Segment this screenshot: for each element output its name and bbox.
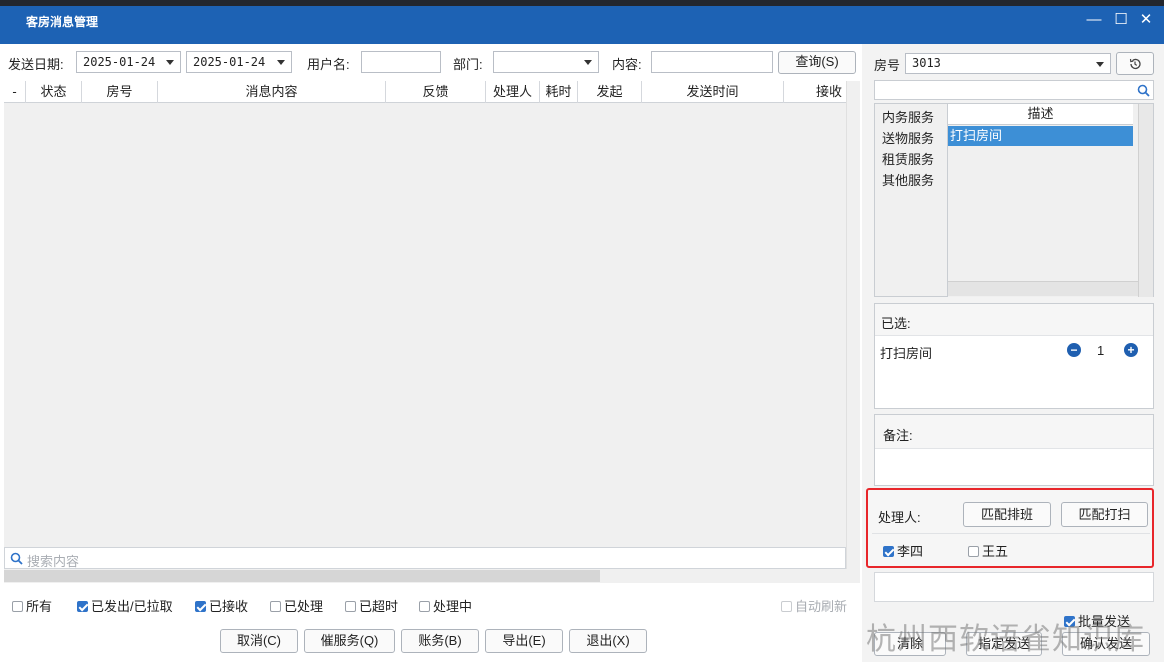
handler-list-area [874, 572, 1154, 602]
maximize-button[interactable]: ☐ [1111, 10, 1131, 30]
column-header[interactable]: - [4, 81, 26, 103]
description-list: 描述 打扫房间 [947, 104, 1139, 297]
filter-received-label: 已接收 [209, 599, 249, 614]
service-search-input[interactable] [874, 80, 1154, 100]
search-icon [10, 552, 23, 565]
checkbox-checked-icon [195, 601, 206, 612]
filter-sent[interactable]: 已发出/已拉取 [77, 596, 173, 615]
category-item[interactable]: 其他服务 [882, 170, 934, 189]
date-to-value: 2025-01-24 [193, 55, 266, 69]
chevron-down-icon [584, 60, 592, 65]
increase-quantity-button[interactable]: + [1124, 343, 1138, 357]
minimize-button[interactable]: — [1084, 10, 1104, 30]
grid-vertical-scrollbar[interactable] [846, 81, 860, 569]
column-header[interactable]: 发起 [578, 81, 642, 103]
column-header[interactable]: 耗时 [540, 81, 578, 103]
history-icon [1129, 58, 1141, 70]
checkbox-icon [12, 601, 23, 612]
description-header: 描述 [948, 104, 1133, 125]
column-header[interactable]: 房号 [82, 81, 158, 103]
watermark-text: 杭州西软语雀知识库 [866, 622, 1145, 657]
column-header[interactable]: 消息内容 [158, 81, 386, 103]
date-from-value: 2025-01-24 [83, 55, 156, 69]
auto-refresh-toggle[interactable]: 自动刷新 [781, 596, 847, 615]
selected-panel: 已选: 打扫房间 − 1 + [874, 303, 1154, 409]
filter-received[interactable]: 已接收 [195, 596, 248, 615]
description-horizontal-scrollbar[interactable] [948, 281, 1139, 296]
urge-service-button[interactable]: 催服务(Q) [304, 629, 395, 653]
category-item[interactable]: 内务服务 [882, 107, 934, 126]
username-label: 用户名: [307, 57, 350, 72]
category-item[interactable]: 租赁服务 [882, 149, 934, 168]
username-input[interactable] [361, 51, 441, 73]
filter-processed-label: 已处理 [284, 599, 324, 614]
filter-sent-label: 已发出/已拉取 [91, 599, 173, 614]
title-bar [0, 0, 1164, 44]
content-label: 内容: [612, 57, 642, 72]
message-grid-header: - 状态 房号 消息内容 反馈 处理人 耗时 发起 发送时间 接收 [4, 81, 846, 103]
checkbox-icon [345, 601, 356, 612]
filter-all[interactable]: 所有 [12, 596, 52, 615]
selected-item-quantity: 1 [1097, 343, 1105, 358]
date-to-picker[interactable]: 2025-01-24 [186, 51, 292, 73]
service-catalog: 内务服务 送物服务 租赁服务 其他服务 描述 打扫房间 [874, 103, 1154, 297]
selected-label: 已选: [881, 316, 911, 331]
filter-processed[interactable]: 已处理 [270, 596, 323, 615]
remark-panel: 备注: [874, 414, 1154, 486]
description-item-selected[interactable]: 打扫房间 [948, 126, 1133, 146]
department-label: 部门: [453, 57, 483, 72]
chevron-down-icon [166, 60, 174, 65]
remark-textarea[interactable] [877, 451, 1151, 483]
query-button[interactable]: 查询(S) [778, 51, 856, 74]
search-icon[interactable] [1137, 84, 1150, 97]
room-select[interactable]: 3013 [905, 53, 1111, 74]
highlight-box [866, 488, 1154, 568]
close-button[interactable]: ✕ [1136, 10, 1156, 30]
export-button[interactable]: 导出(E) [485, 629, 563, 653]
date-from-picker[interactable]: 2025-01-24 [76, 51, 181, 73]
exit-button[interactable]: 退出(X) [569, 629, 647, 653]
column-header[interactable]: 发送时间 [642, 81, 784, 103]
room-value: 3013 [912, 56, 941, 70]
message-grid-body[interactable] [4, 103, 846, 547]
window-title: 客房消息管理 [26, 15, 99, 29]
checkbox-checked-icon [77, 601, 88, 612]
column-header[interactable]: 接收 [784, 81, 846, 103]
filter-processing-label: 处理中 [433, 599, 473, 614]
chevron-down-icon [1096, 62, 1104, 67]
selected-item-name: 打扫房间 [880, 346, 933, 361]
column-header[interactable]: 反馈 [386, 81, 486, 103]
send-date-label: 发送日期: [8, 57, 64, 72]
remark-label: 备注: [883, 428, 913, 443]
auto-refresh-label: 自动刷新 [795, 599, 848, 614]
category-item[interactable]: 送物服务 [882, 128, 934, 147]
horizontal-scrollbar-thumb[interactable] [4, 570, 600, 582]
column-header[interactable]: 处理人 [486, 81, 540, 103]
filter-timeout[interactable]: 已超时 [345, 596, 398, 615]
chevron-down-icon [277, 60, 285, 65]
cancel-button[interactable]: 取消(C) [220, 629, 298, 653]
catalog-vertical-scrollbar[interactable] [1138, 104, 1153, 297]
filter-all-label: 所有 [26, 599, 53, 614]
decrease-quantity-button[interactable]: − [1067, 343, 1081, 357]
column-header[interactable]: 状态 [26, 81, 82, 103]
checkbox-icon [270, 601, 281, 612]
filter-timeout-label: 已超时 [359, 599, 399, 614]
filter-processing[interactable]: 处理中 [419, 596, 472, 615]
department-select[interactable] [493, 51, 599, 73]
checkbox-icon [781, 601, 792, 612]
grid-search-placeholder: 搜索内容 [27, 554, 80, 569]
checkbox-icon [419, 601, 430, 612]
content-input[interactable] [651, 51, 773, 73]
account-button[interactable]: 账务(B) [401, 629, 479, 653]
grid-search-box[interactable]: 搜索内容 [4, 547, 846, 569]
history-button[interactable] [1116, 52, 1154, 75]
room-label: 房号 [874, 58, 901, 73]
